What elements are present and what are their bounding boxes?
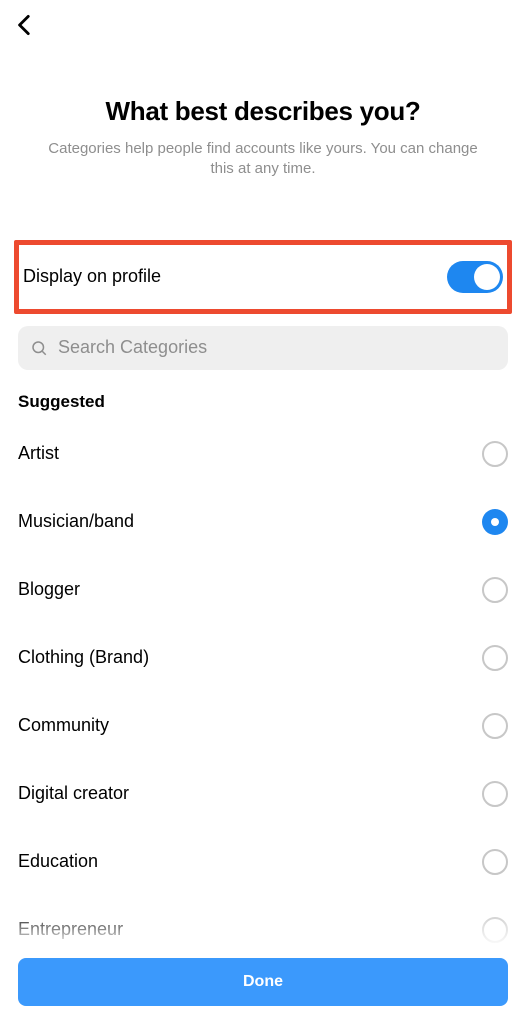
category-item[interactable]: Blogger [18,556,508,624]
category-label: Education [18,851,98,872]
category-item[interactable]: Community [18,692,508,760]
search-icon [30,339,48,357]
search-input[interactable] [56,336,496,359]
category-label: Community [18,715,109,736]
category-label: Digital creator [18,783,129,804]
category-list: Artist Musician/band Blogger Clothing (Bran… [18,420,508,964]
display-on-profile-label: Display on profile [23,266,161,287]
category-radio[interactable] [482,441,508,467]
category-label: Blogger [18,579,80,600]
category-item[interactable]: Digital creator [18,760,508,828]
category-radio[interactable] [482,781,508,807]
category-item[interactable]: Education [18,828,508,896]
back-button[interactable] [12,12,38,43]
display-on-profile-row: Display on profile [14,240,512,314]
category-item[interactable]: Musician/band [18,488,508,556]
header: What best describes you? Categories help… [0,0,526,180]
category-label: Artist [18,443,59,464]
chevron-left-icon [12,12,38,38]
category-item[interactable]: Clothing (Brand) [18,624,508,692]
category-radio[interactable] [482,577,508,603]
suggested-heading: Suggested [18,392,508,412]
done-button[interactable]: Done [18,958,508,1006]
category-label: Clothing (Brand) [18,647,149,668]
footer: Done [0,944,526,1024]
search-categories-field[interactable] [18,326,508,370]
page-title: What best describes you? [24,96,502,127]
category-label: Entrepreneur [18,919,123,940]
category-radio[interactable] [482,849,508,875]
page-subtitle: Categories help people find accounts lik… [43,139,483,180]
category-radio[interactable] [482,713,508,739]
category-radio[interactable] [482,917,508,943]
category-label: Musician/band [18,511,134,532]
category-radio[interactable] [482,645,508,671]
category-item[interactable]: Artist [18,420,508,488]
display-on-profile-toggle[interactable] [447,261,503,293]
category-radio[interactable] [482,509,508,535]
